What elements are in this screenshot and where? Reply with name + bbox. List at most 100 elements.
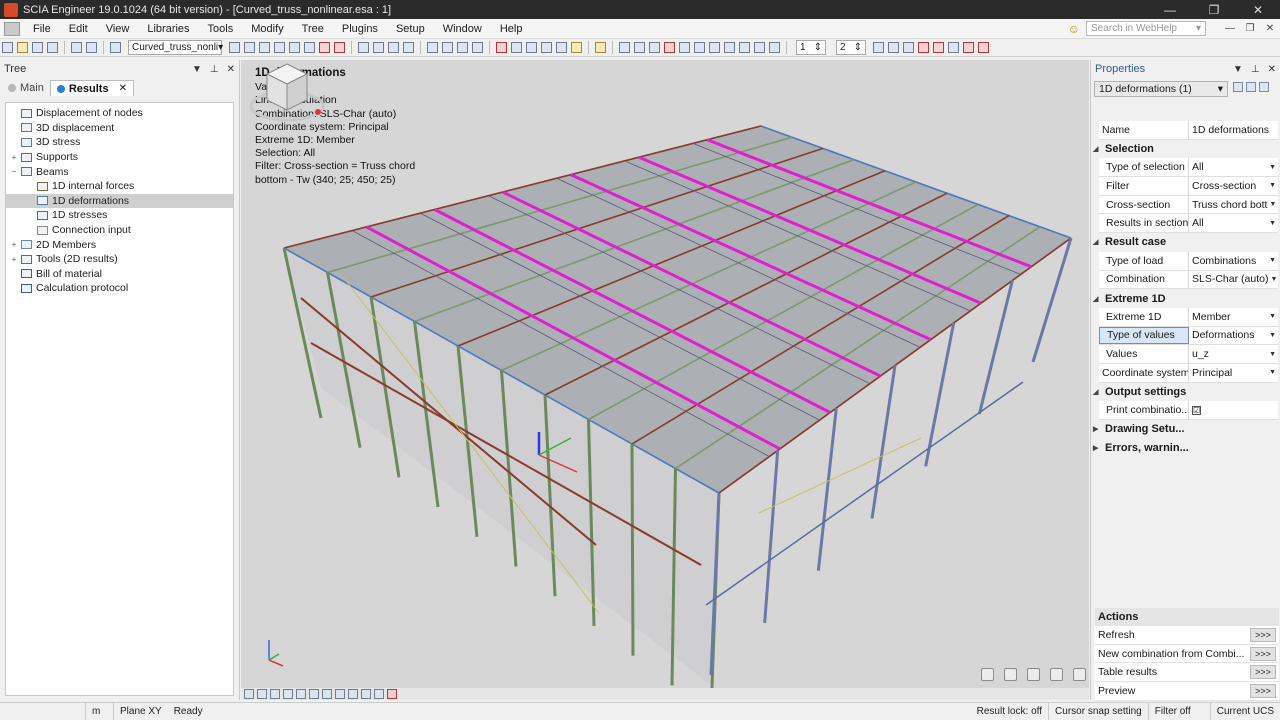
- action-row[interactable]: Refresh >>>: [1095, 626, 1279, 645]
- chevron-down-icon[interactable]: ▼: [1269, 164, 1276, 171]
- close-button[interactable]: ✕: [1236, 3, 1280, 17]
- action-run-button[interactable]: >>>: [1250, 665, 1276, 680]
- chevron-down-icon[interactable]: ▼: [1269, 313, 1276, 320]
- pan-icon[interactable]: [1027, 668, 1040, 681]
- property-section[interactable]: ◢ Result case: [1093, 233, 1278, 252]
- spin-arrows-icon[interactable]: ⇕: [854, 42, 862, 53]
- render-mode-icon[interactable]: [270, 689, 280, 699]
- tree-item[interactable]: Calculation protocol: [6, 281, 233, 296]
- column[interactable]: [630, 443, 635, 656]
- tree-expander-icon[interactable]: +: [9, 240, 19, 249]
- mesh-icon[interactable]: [334, 42, 345, 53]
- property-value-select[interactable]: Cross-section ▼: [1189, 177, 1278, 195]
- spin-box-2[interactable]: 2 ⇕: [836, 40, 866, 55]
- tree-item[interactable]: Bill of material: [6, 267, 233, 282]
- tab-main[interactable]: Main: [2, 80, 50, 96]
- labels-icon[interactable]: [888, 42, 899, 53]
- column[interactable]: [763, 450, 780, 623]
- property-value-select[interactable]: u_z ▼: [1189, 345, 1278, 363]
- doc-minimize-button[interactable]: —: [1220, 23, 1240, 34]
- results-toggle-icon[interactable]: [361, 689, 371, 699]
- spin-arrows-icon[interactable]: ⇕: [814, 42, 822, 53]
- tree-item[interactable]: − Beams: [6, 164, 233, 179]
- view-front-icon[interactable]: [244, 42, 255, 53]
- view-axo-icon[interactable]: [289, 42, 300, 53]
- calculation-icon[interactable]: [595, 42, 606, 53]
- menu-tree[interactable]: Tree: [293, 23, 333, 35]
- tree-expander-icon[interactable]: +: [9, 255, 19, 264]
- chevron-down-icon[interactable]: ▼: [1270, 276, 1277, 283]
- axis-y[interactable]: [268, 653, 280, 661]
- panel-close-icon[interactable]: ✕: [227, 64, 235, 75]
- property-section[interactable]: ▶ Errors, warnin...: [1093, 438, 1278, 458]
- menu-view[interactable]: View: [97, 23, 139, 35]
- collapse-arrow-icon[interactable]: ◢: [1093, 295, 1102, 303]
- clipboard-icon[interactable]: [472, 42, 483, 53]
- grid-toggle-icon[interactable]: [348, 689, 358, 699]
- chevron-down-icon[interactable]: ▼: [1269, 332, 1276, 339]
- property-section[interactable]: ◢ Selection: [1093, 139, 1278, 159]
- menu-setup[interactable]: Setup: [387, 23, 434, 35]
- chevron-down-icon[interactable]: ▼: [1269, 201, 1276, 208]
- undo-icon[interactable]: [71, 42, 82, 53]
- shape-icon[interactable]: [918, 42, 929, 53]
- panel-menu-icon[interactable]: ▼: [192, 64, 202, 75]
- zoom-icon[interactable]: [556, 42, 567, 53]
- display-mode-icon[interactable]: [244, 689, 254, 699]
- doc-restore-button[interactable]: ❐: [1240, 23, 1260, 34]
- view-top-icon[interactable]: [274, 42, 285, 53]
- tree-expander-icon[interactable]: +: [9, 153, 19, 162]
- column[interactable]: [816, 407, 838, 571]
- line-icon[interactable]: [933, 42, 944, 53]
- select-all-icon[interactable]: [457, 42, 468, 53]
- orbit-icon[interactable]: [1004, 668, 1017, 681]
- collapse-arrow-icon[interactable]: ◢: [1093, 388, 1102, 396]
- picture-gallery-icon[interactable]: [403, 42, 414, 53]
- property-section[interactable]: ◢ Output settings: [1093, 382, 1278, 402]
- bracing[interactable]: [758, 437, 922, 514]
- print-preview-icon[interactable]: [373, 42, 384, 53]
- document-menu-icon[interactable]: [4, 21, 20, 36]
- zoom-view-icon[interactable]: [981, 668, 994, 681]
- tab-close-icon[interactable]: ✕: [119, 83, 127, 94]
- action-run-button[interactable]: >>>: [1250, 627, 1276, 642]
- member-icon[interactable]: [649, 42, 660, 53]
- loads-toggle-icon[interactable]: [322, 689, 332, 699]
- open-file-icon[interactable]: [17, 42, 28, 53]
- menu-help[interactable]: Help: [491, 23, 532, 35]
- walk-icon[interactable]: [1050, 668, 1063, 681]
- expand-arrow-icon[interactable]: ▶: [1093, 444, 1102, 452]
- property-value-select[interactable]: SLS-Char (auto) ▼: [1189, 271, 1278, 289]
- supports-toggle-icon[interactable]: [309, 689, 319, 699]
- wireframe-icon[interactable]: [257, 689, 267, 699]
- frame-icon[interactable]: [664, 42, 675, 53]
- property-value-select[interactable]: Combinations ▼: [1189, 252, 1278, 270]
- legend-toggle-icon[interactable]: [374, 689, 384, 699]
- column-icon[interactable]: [634, 42, 645, 53]
- minimize-button[interactable]: —: [1148, 3, 1192, 17]
- action-row[interactable]: Table results >>>: [1095, 663, 1279, 683]
- status-ucs[interactable]: Current UCS: [1211, 703, 1280, 720]
- property-value-select[interactable]: Member ▼: [1189, 308, 1278, 326]
- chevron-down-icon[interactable]: ▼: [1269, 351, 1276, 358]
- tree-item[interactable]: 1D internal forces: [6, 179, 233, 194]
- save-icon[interactable]: [32, 42, 43, 53]
- view-cube-icon[interactable]: [241, 60, 333, 130]
- wall-icon[interactable]: [694, 42, 705, 53]
- tree-item[interactable]: 3D stress: [6, 135, 233, 150]
- edit-properties-icon[interactable]: [1259, 82, 1269, 92]
- section-cut-icon[interactable]: [903, 42, 914, 53]
- copy-icon[interactable]: [526, 42, 537, 53]
- tree-item[interactable]: Displacement of nodes: [6, 106, 233, 121]
- spin-box-1[interactable]: 1 ⇕: [796, 40, 826, 55]
- tab-results[interactable]: Results ✕: [49, 80, 134, 96]
- local-axes-icon[interactable]: [296, 689, 306, 699]
- colors-toggle-icon[interactable]: [387, 689, 397, 699]
- plate-icon[interactable]: [679, 42, 690, 53]
- action-row[interactable]: Preview >>>: [1095, 682, 1279, 701]
- save-all-icon[interactable]: [47, 42, 58, 53]
- doc-close-button[interactable]: ✕: [1260, 23, 1280, 34]
- view-settings-icon[interactable]: [1073, 668, 1086, 681]
- display-settings-icon[interactable]: [873, 42, 884, 53]
- property-section[interactable]: ▶ Drawing Setu...: [1093, 420, 1278, 439]
